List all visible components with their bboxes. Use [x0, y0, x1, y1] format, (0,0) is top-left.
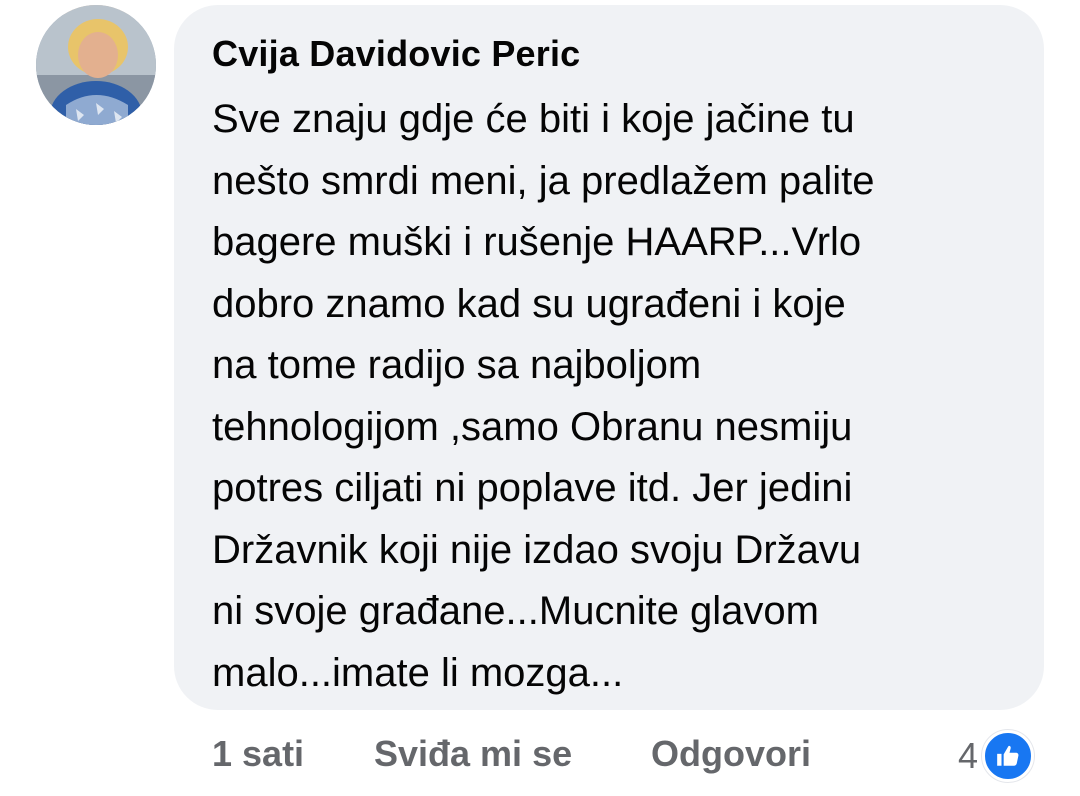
like-thumb-icon: [982, 730, 1035, 782]
comment-text-line: potres ciljati ni poplave itd. Jer jedin…: [212, 466, 853, 510]
comment-body: Sve znaju gdje će biti i koje jačine tu …: [212, 89, 1032, 704]
comment-author-name[interactable]: Cvija Davidovic Peric: [212, 33, 580, 75]
author-avatar[interactable]: [36, 5, 156, 125]
reply-button[interactable]: Odgovori: [651, 733, 811, 775]
comment-text-line: malo...imate li mozga...: [212, 650, 624, 695]
comment-text-line: nešto smrdi meni, ja predlažem palite: [212, 158, 875, 203]
avatar-photo: [36, 5, 156, 125]
comment-text-line: tehnologijom ,samo Obranu nesmiju: [212, 404, 853, 449]
comment-text-line: dobro znamo kad su ugrađeni i koje: [212, 281, 846, 326]
reaction-count: 4: [958, 735, 979, 776]
comment-text-line: ni svoje građane...Mucnite glavom: [212, 589, 819, 633]
comment-timestamp[interactable]: 1 sati: [212, 733, 304, 775]
comment-text-line: bagere muški i rušenje HAARP...Vrlo: [212, 220, 862, 264]
comment-text-line: Državnik koji nije izdao svoju Državu: [212, 527, 862, 572]
comment-text-line: Sve znaju gdje će biti i koje jačine tu: [212, 97, 855, 141]
like-button[interactable]: Sviđa mi se: [374, 733, 572, 775]
reactions-summary[interactable]: 4: [958, 730, 1035, 782]
comment-text-line: na tome radijo sa najboljom: [212, 343, 702, 387]
comment-bubble: Cvija Davidovic Peric Sve znaju gdje će …: [174, 5, 1044, 710]
